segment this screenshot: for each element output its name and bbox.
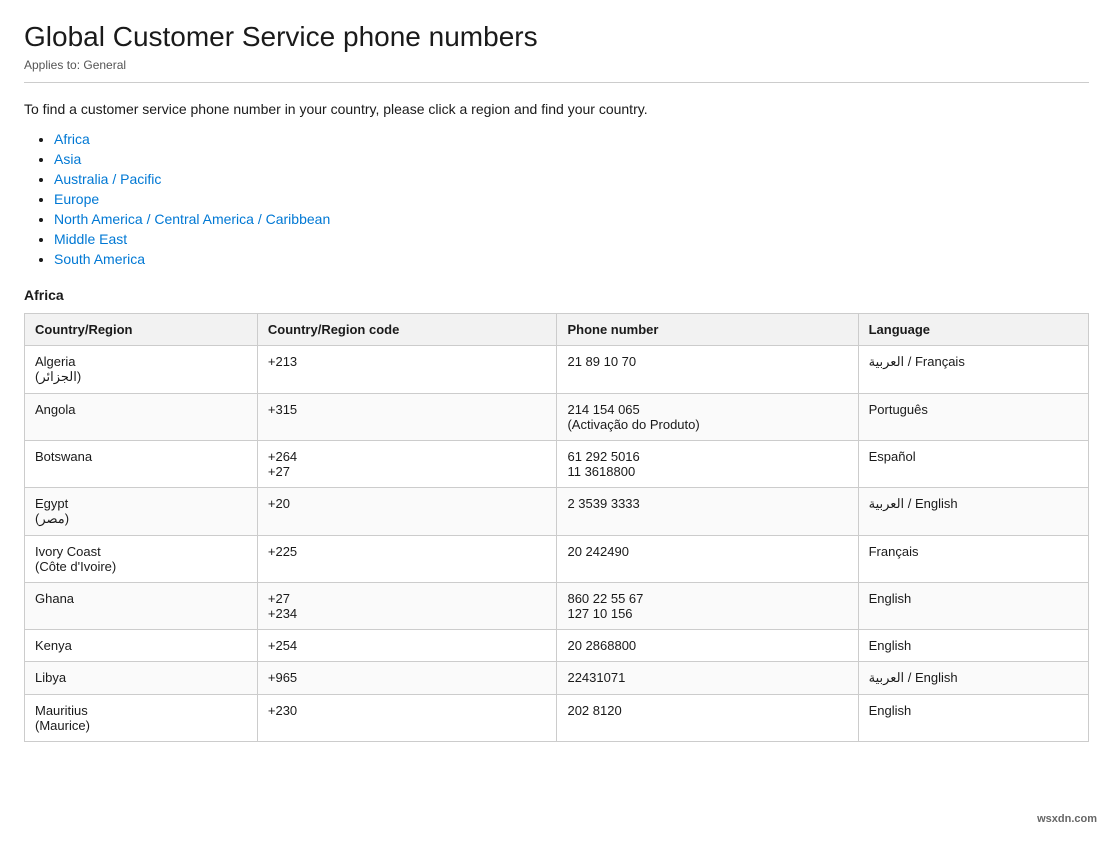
region-link-3[interactable]: Europe: [54, 191, 99, 207]
table-row: Ivory Coast(Côte d'Ivoire)+22520 242490F…: [25, 535, 1089, 582]
table-cell: Libya: [25, 661, 258, 694]
table-cell: Egypt(مصر): [25, 487, 258, 535]
table-header-cell: Phone number: [557, 313, 858, 345]
table-cell: +315: [257, 393, 557, 440]
table-cell: +225: [257, 535, 557, 582]
table-cell: English: [858, 629, 1088, 661]
table-cell: English: [858, 694, 1088, 741]
region-list-item: North America / Central America / Caribb…: [54, 211, 1089, 227]
table-cell: Português: [858, 393, 1088, 440]
africa-table: Country/RegionCountry/Region codePhone n…: [24, 313, 1089, 742]
table-row: Egypt(مصر)+202 3539 3333العربية / Englis…: [25, 487, 1089, 535]
region-list: Africa Asia Australia / Pacific Europe North…: [24, 131, 1089, 267]
region-link-6[interactable]: South America: [54, 251, 145, 267]
table-cell: +965: [257, 661, 557, 694]
table-cell: 21 89 10 70: [557, 345, 858, 393]
page-title: Global Customer Service phone numbers: [24, 20, 1089, 54]
table-cell: العربية / Français: [858, 345, 1088, 393]
region-link-5[interactable]: Middle East: [54, 231, 127, 247]
region-link-0[interactable]: Africa: [54, 131, 90, 147]
region-list-item: Australia / Pacific: [54, 171, 1089, 187]
table-cell: 860 22 55 67127 10 156: [557, 582, 858, 629]
region-list-item: Asia: [54, 151, 1089, 167]
table-cell: العربية / English: [858, 661, 1088, 694]
table-cell: Ghana: [25, 582, 258, 629]
table-cell: 214 154 065(Activação do Produto): [557, 393, 858, 440]
table-cell: English: [858, 582, 1088, 629]
table-cell: +213: [257, 345, 557, 393]
table-row: Algeria(الجزائر)+21321 89 10 70العربية /…: [25, 345, 1089, 393]
table-row: Angola+315214 154 065(Activação do Produ…: [25, 393, 1089, 440]
table-cell: +230: [257, 694, 557, 741]
region-list-item: Africa: [54, 131, 1089, 147]
table-cell: العربية / English: [858, 487, 1088, 535]
table-cell: 2 3539 3333: [557, 487, 858, 535]
table-body: Algeria(الجزائر)+21321 89 10 70العربية /…: [25, 345, 1089, 741]
table-cell: Angola: [25, 393, 258, 440]
table-cell: Botswana: [25, 440, 258, 487]
table-cell: Kenya: [25, 629, 258, 661]
table-cell: +27+234: [257, 582, 557, 629]
table-header-row: Country/RegionCountry/Region codePhone n…: [25, 313, 1089, 345]
table-cell: +254: [257, 629, 557, 661]
table-row: Ghana+27+234860 22 55 67127 10 156Englis…: [25, 582, 1089, 629]
table-cell: 22431071: [557, 661, 858, 694]
table-cell: +264+27: [257, 440, 557, 487]
region-list-item: Middle East: [54, 231, 1089, 247]
table-row: Libya+96522431071العربية / English: [25, 661, 1089, 694]
region-link-2[interactable]: Australia / Pacific: [54, 171, 161, 187]
table-row: Mauritius(Maurice)+230202 8120English: [25, 694, 1089, 741]
table-cell: 202 8120: [557, 694, 858, 741]
table-header-cell: Language: [858, 313, 1088, 345]
applies-to: Applies to: General: [24, 58, 1089, 72]
header-divider: [24, 82, 1089, 83]
region-link-4[interactable]: North America / Central America / Caribb…: [54, 211, 330, 227]
table-cell: 20 242490: [557, 535, 858, 582]
table-cell: 61 292 501611 3618800: [557, 440, 858, 487]
table-row: Kenya+25420 2868800English: [25, 629, 1089, 661]
intro-text: To find a customer service phone number …: [24, 101, 1089, 117]
table-header-cell: Country/Region: [25, 313, 258, 345]
table-row: Botswana+264+2761 292 501611 3618800Espa…: [25, 440, 1089, 487]
region-list-item: South America: [54, 251, 1089, 267]
table-cell: +20: [257, 487, 557, 535]
table-header-cell: Country/Region code: [257, 313, 557, 345]
watermark: wsxdn.com: [1031, 811, 1103, 827]
region-link-1[interactable]: Asia: [54, 151, 81, 167]
table-cell: Français: [858, 535, 1088, 582]
africa-heading: Africa: [24, 287, 1089, 303]
table-cell: Ivory Coast(Côte d'Ivoire): [25, 535, 258, 582]
table-cell: Español: [858, 440, 1088, 487]
table-cell: Algeria(الجزائر): [25, 345, 258, 393]
region-list-item: Europe: [54, 191, 1089, 207]
table-cell: Mauritius(Maurice): [25, 694, 258, 741]
table-cell: 20 2868800: [557, 629, 858, 661]
